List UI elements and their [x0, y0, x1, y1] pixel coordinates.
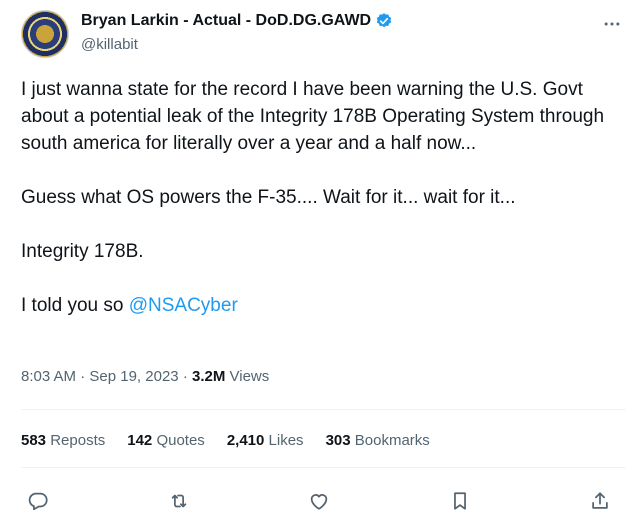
- reply-icon: [28, 492, 48, 511]
- bookmarks-label: Bookmarks: [354, 432, 430, 449]
- reposts-stat[interactable]: 583 Reposts: [21, 432, 105, 449]
- tweet-text: I just wanna state for the record I have…: [21, 76, 621, 346]
- quotes-label: Quotes: [156, 432, 205, 449]
- tweet-text-fragment: I told you so: [21, 295, 129, 316]
- views-label: Views: [229, 368, 270, 385]
- tweet-time[interactable]: 8:03 AM: [21, 368, 76, 385]
- tweet-paragraph: Guess what OS powers the F-35.... Wait f…: [21, 187, 516, 208]
- mention-link[interactable]: @NSACyber: [129, 295, 238, 316]
- tweet-date[interactable]: Sep 19, 2023: [89, 368, 178, 385]
- like-icon: [310, 494, 328, 510]
- reposts-count: 583: [21, 432, 47, 449]
- tweet-header: Bryan Larkin - Actual - DoD.DG.GAWD @kil…: [21, 10, 626, 58]
- author-name-row: Bryan Larkin - Actual - DoD.DG.GAWD: [81, 12, 393, 30]
- more-options-button[interactable]: [598, 10, 626, 38]
- meta-separator: ·: [80, 368, 86, 385]
- views-count: 3.2M: [191, 368, 226, 385]
- share-button[interactable]: [583, 484, 617, 518]
- quotes-stat[interactable]: 142 Quotes: [127, 432, 205, 449]
- likes-count: 2,410: [226, 432, 265, 449]
- tweet-actions: [21, 484, 617, 518]
- author-display-name[interactable]: Bryan Larkin - Actual - DoD.DG.GAWD: [81, 12, 371, 30]
- reposts-label: Reposts: [50, 432, 106, 449]
- divider: [21, 409, 626, 410]
- tweet-meta: 8:03 AM · Sep 19, 2023 · 3.2M Views: [21, 368, 269, 385]
- verified-icon: [376, 13, 392, 28]
- bookmark-icon: [453, 492, 466, 510]
- likes-stat[interactable]: 2,410 Likes: [227, 432, 304, 449]
- divider: [21, 467, 626, 468]
- repost-icon: [171, 494, 186, 508]
- meta-separator: ·: [182, 368, 188, 385]
- avatar[interactable]: [21, 10, 69, 58]
- bookmarks-stat[interactable]: 303 Bookmarks: [326, 432, 430, 449]
- more-icon: [604, 22, 620, 26]
- bookmark-button[interactable]: [443, 484, 477, 518]
- likes-label: Likes: [268, 432, 304, 449]
- tweet-paragraph: I told you so @NSACyber: [21, 292, 621, 319]
- share-icon: [592, 492, 608, 509]
- bookmarks-count: 303: [325, 432, 351, 449]
- tweet-paragraph: Integrity 178B.: [21, 241, 144, 262]
- quotes-count: 142: [127, 432, 153, 449]
- like-button[interactable]: [302, 484, 336, 518]
- tweet-stats: 583 Reposts 142 Quotes 2,410 Likes 303 B…: [21, 432, 452, 449]
- reply-button[interactable]: [21, 484, 55, 518]
- author-handle[interactable]: @killabit: [81, 36, 138, 53]
- tweet-paragraph: I just wanna state for the record I have…: [21, 79, 605, 154]
- repost-button[interactable]: [162, 484, 196, 518]
